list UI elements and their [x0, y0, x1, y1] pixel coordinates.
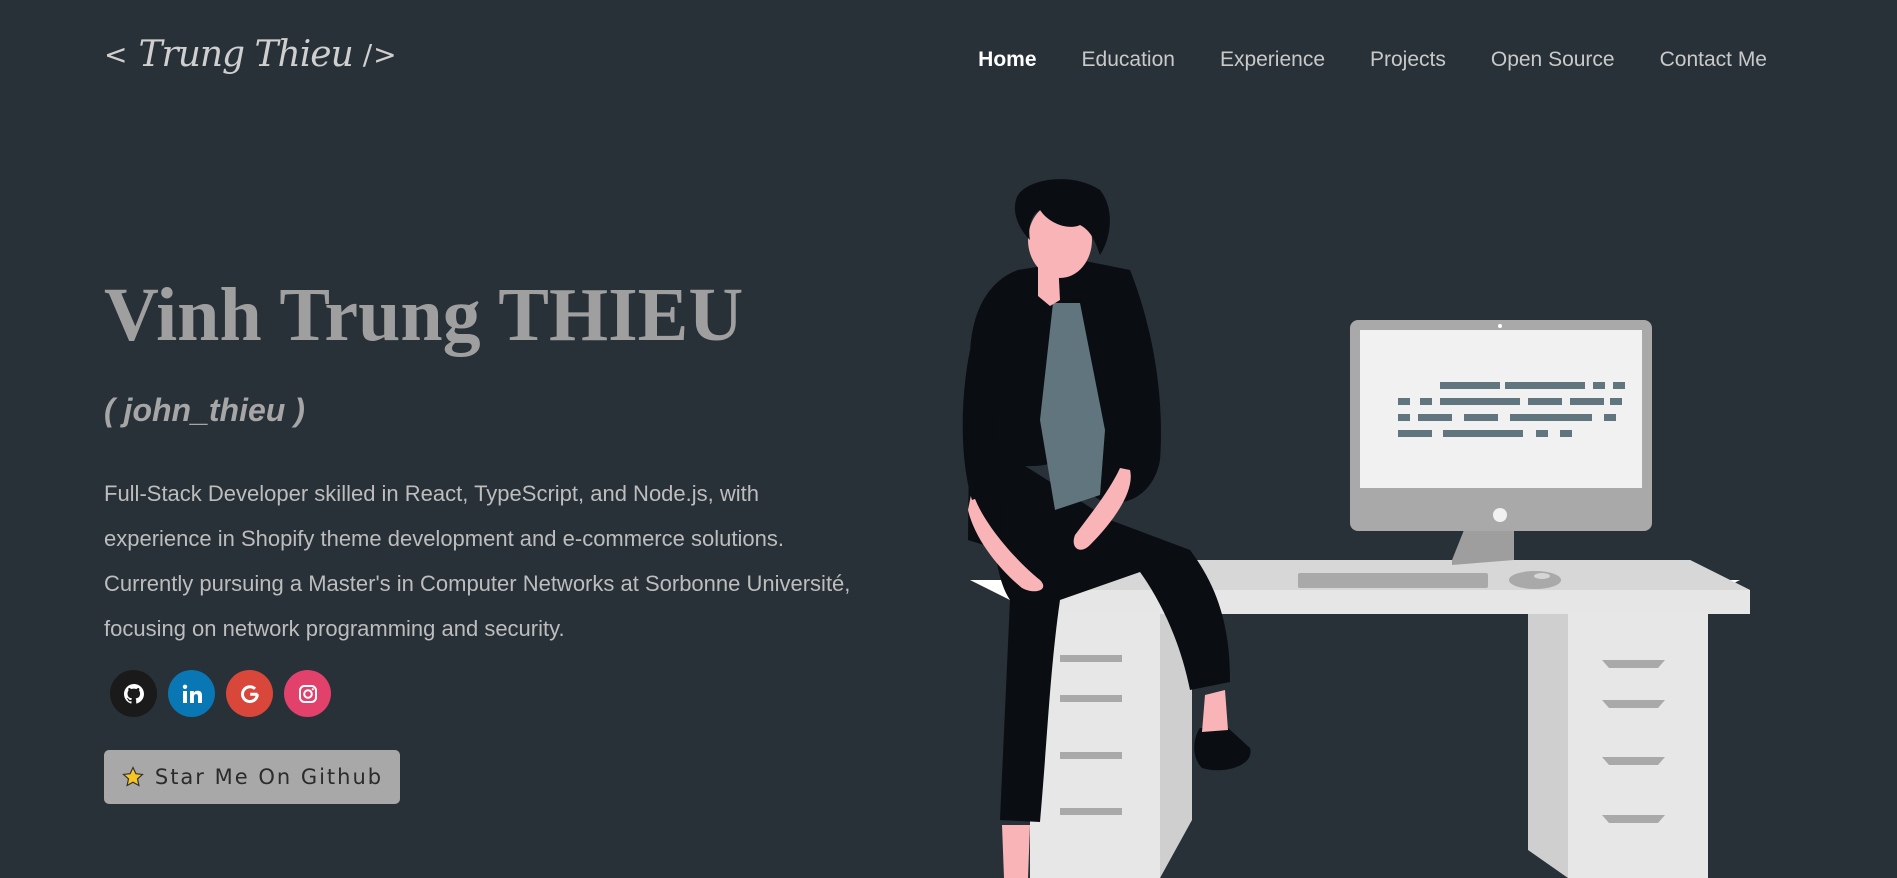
google-link[interactable] [226, 670, 273, 717]
logo-close-bracket: /> [362, 38, 398, 71]
logo-open-bracket: < [104, 38, 129, 71]
hero-bio: Full-Stack Developer skilled in React, T… [104, 481, 851, 641]
nav-open-source[interactable]: Open Source [1491, 48, 1615, 72]
linkedin-icon [182, 684, 202, 703]
nav-home[interactable]: Home [978, 48, 1036, 72]
social-links [110, 670, 331, 717]
hero-handle: ( john_thieu ) [104, 392, 305, 428]
nav-experience[interactable]: Experience [1220, 48, 1325, 72]
star-icon [121, 766, 144, 787]
star-button-label: Star Me On Github [154, 765, 384, 789]
hero-name: Vinh Trung THIEU [104, 273, 744, 357]
main-nav: Home Education Experience Projects Open … [978, 48, 1767, 72]
logo-signature: Trung Thieu [138, 34, 353, 75]
developer-at-desk-illustration [962, 179, 1750, 878]
linkedin-link[interactable] [168, 670, 215, 717]
logo[interactable]: < Trung Thieu /> [104, 34, 398, 75]
github-link[interactable] [110, 670, 157, 717]
nav-education[interactable]: Education [1082, 48, 1175, 72]
star-on-github-button[interactable]: Star Me On Github [104, 750, 400, 804]
nav-projects[interactable]: Projects [1370, 48, 1446, 72]
instagram-icon [298, 684, 317, 703]
nav-contact-me[interactable]: Contact Me [1660, 48, 1767, 72]
instagram-link[interactable] [284, 670, 331, 717]
google-icon [240, 684, 259, 703]
github-icon [123, 683, 144, 704]
